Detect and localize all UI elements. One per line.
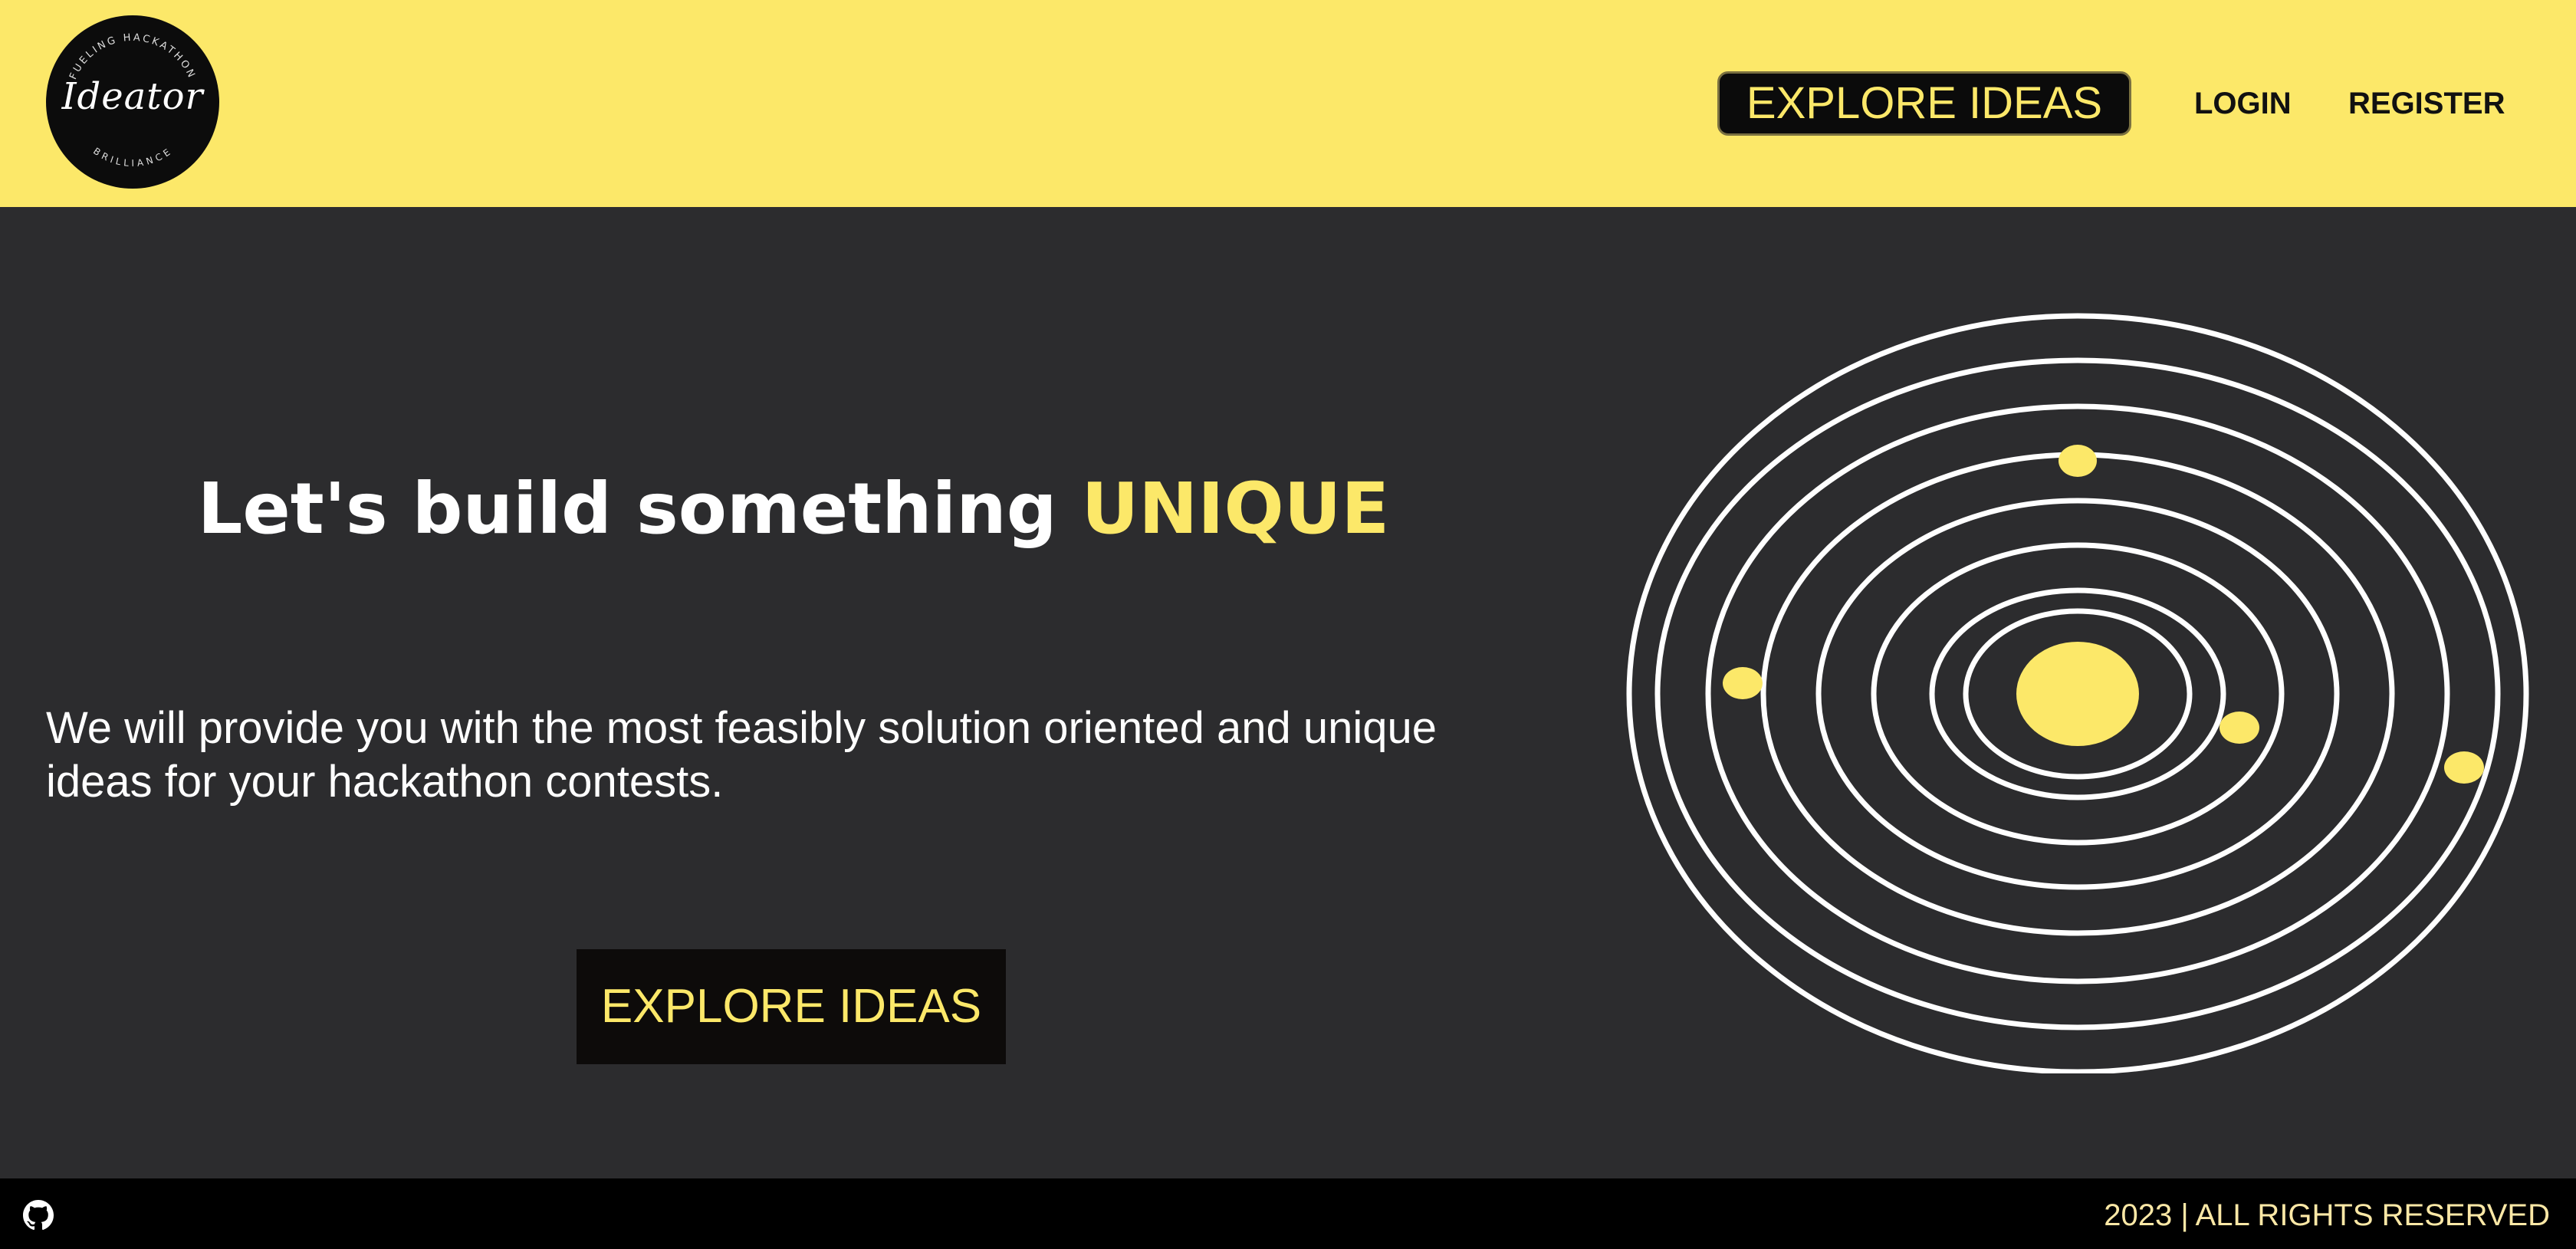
hero-explore-ideas-button[interactable]: EXPLORE IDEAS: [577, 949, 1006, 1064]
planet-dot: [2058, 445, 2097, 477]
site-footer: 2023 | ALL RIGHTS RESERVED: [0, 1178, 2576, 1249]
logo-script-text: Ideator: [61, 75, 204, 118]
nav-explore-ideas-button[interactable]: EXPLORE IDEAS: [1717, 71, 2131, 136]
ideator-logo[interactable]: FUELING HACKATHON BRILLIANCE Ideator: [46, 15, 219, 189]
svg-text:FUELING HACKATHON: FUELING HACKATHON: [67, 32, 198, 81]
sun-circle: [2016, 642, 2139, 746]
copyright-text: 2023 | ALL RIGHTS RESERVED: [2104, 1198, 2550, 1232]
hero-title: Let's build something UNIQUE: [0, 468, 1587, 550]
logo-ring-bottom-text: BRILLIANCE: [91, 146, 172, 169]
hero-description: We will provide you with the most feasib…: [46, 703, 1438, 807]
planet-dot: [1723, 667, 1763, 699]
planet-dot: [2444, 751, 2484, 784]
hero-title-accent: UNIQUE: [1081, 468, 1390, 550]
site-header: FUELING HACKATHON BRILLIANCE Ideator EXP…: [0, 0, 2576, 207]
svg-text:BRILLIANCE: BRILLIANCE: [91, 146, 174, 169]
github-icon[interactable]: [23, 1200, 54, 1231]
nav-login-link[interactable]: LOGIN: [2194, 87, 2292, 121]
nav-register-link[interactable]: REGISTER: [2348, 87, 2505, 121]
hero-title-prefix: Let's build something: [197, 468, 1082, 550]
solar-system-illustration: [1626, 313, 2529, 1073]
planet-dot: [2220, 712, 2259, 744]
logo-ring-top-text: FUELING HACKATHON: [67, 32, 196, 81]
